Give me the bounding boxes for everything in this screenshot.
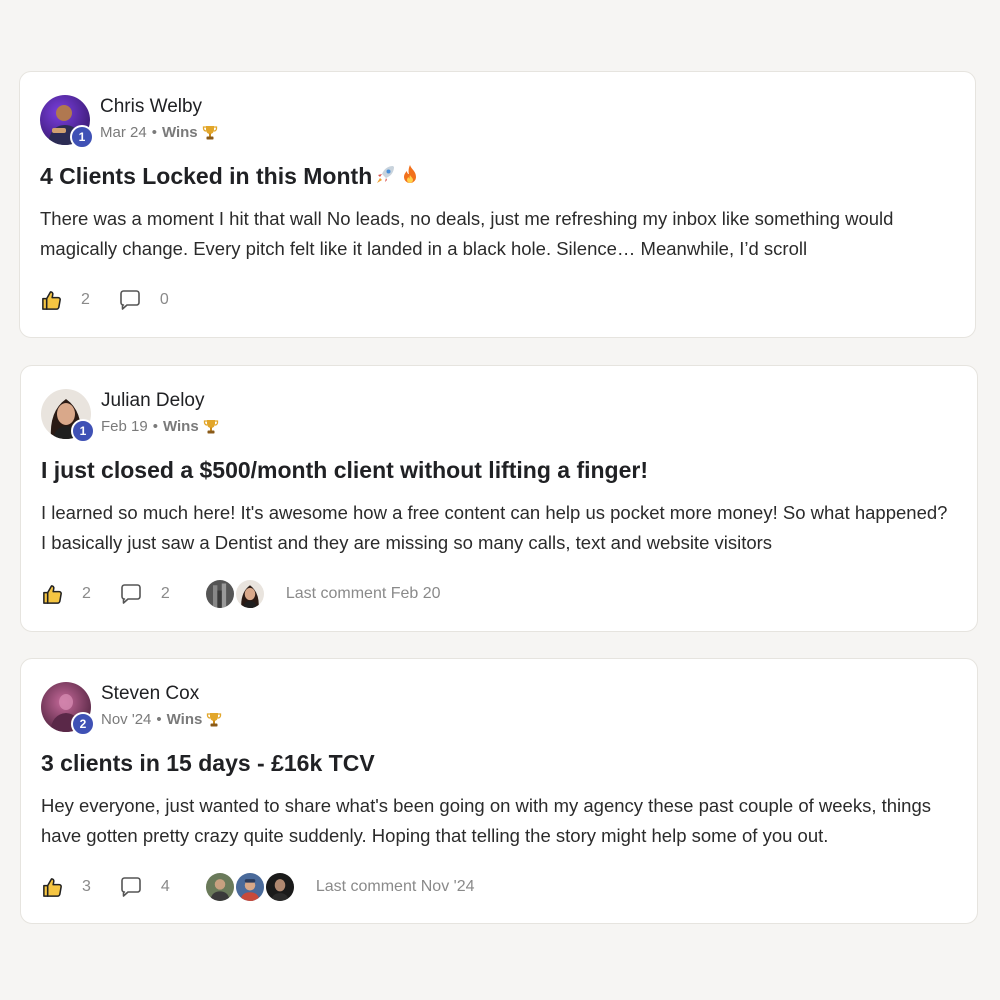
post-header: 1 Chris Welby Mar 24 • Wins (40, 95, 955, 149)
level-badge: 1 (70, 125, 94, 149)
category-label[interactable]: Wins (167, 709, 203, 731)
post-title-text[interactable]: 4 Clients Locked in this Month (40, 163, 372, 189)
post-excerpt[interactable]: I learned so much here! It's awesome how… (41, 498, 951, 557)
like-button[interactable]: 2 (41, 583, 91, 606)
post-card[interactable]: 1 Chris Welby Mar 24 • Wins 4 Clients Lo… (19, 71, 976, 338)
level-badge: 1 (71, 419, 95, 443)
meta-separator: • (152, 418, 158, 435)
commenter-avatar[interactable] (233, 871, 266, 903)
post-header: 1 Julian Deloy Feb 19 • Wins (41, 389, 957, 443)
post-date: Mar 24 (100, 124, 147, 141)
post-meta: Feb 19 • Wins (101, 416, 219, 438)
thumbs-up-icon (43, 584, 62, 604)
meta-separator: • (151, 124, 157, 141)
comment-icon (120, 290, 140, 310)
post-date: Feb 19 (101, 418, 148, 435)
category-label[interactable]: Wins (162, 122, 198, 144)
post-footer: 2 2 Last comment Feb 20 (41, 578, 441, 610)
meta-separator: • (156, 711, 162, 728)
comment-count: 4 (160, 878, 170, 895)
post-title[interactable]: I just closed a $500/month client withou… (41, 455, 957, 485)
trophy-icon (203, 420, 218, 434)
comment-icon (121, 877, 141, 897)
commenter-avatar[interactable] (203, 871, 236, 903)
post-card[interactable]: 1 Julian Deloy Feb 19 • Wins I just clos… (20, 365, 978, 632)
author-avatar[interactable]: 1 (41, 389, 95, 443)
comment-count: 0 (159, 291, 169, 308)
commenter-avatars[interactable] (203, 578, 266, 610)
trophy-icon (202, 126, 217, 140)
category-label[interactable]: Wins (163, 416, 199, 438)
last-comment-date: Last comment Feb 20 (285, 585, 441, 602)
commenter-avatar[interactable] (233, 578, 266, 610)
author-avatar[interactable]: 1 (40, 95, 94, 149)
like-button[interactable]: 3 (41, 876, 91, 899)
post-title[interactable]: 4 Clients Locked in this Month (40, 161, 955, 191)
post-excerpt[interactable]: Hey everyone, just wanted to share what'… (41, 791, 951, 850)
like-count: 3 (82, 878, 91, 895)
rocket-icon (377, 166, 395, 183)
post-footer: 3 4 Last comment Nov '24 (41, 871, 475, 903)
comment-button[interactable]: 0 (118, 288, 169, 312)
commenter-avatar[interactable] (263, 871, 296, 903)
thumbs-up-icon (43, 877, 62, 897)
like-count: 2 (81, 291, 90, 308)
commenter-avatars[interactable] (203, 871, 296, 903)
post-title[interactable]: 3 clients in 15 days - £16k TCV (41, 748, 957, 778)
post-meta: Mar 24 • Wins (100, 122, 218, 144)
post-date: Nov '24 (101, 711, 152, 728)
author-name[interactable]: Chris Welby (100, 95, 218, 119)
author-name[interactable]: Steven Cox (101, 682, 222, 706)
commenter-avatar[interactable] (203, 578, 236, 610)
like-count: 2 (82, 585, 91, 602)
like-button[interactable]: 2 (40, 289, 90, 312)
post-meta: Nov '24 • Wins (101, 709, 222, 731)
author-name[interactable]: Julian Deloy (101, 389, 219, 413)
comment-count: 2 (160, 585, 170, 602)
post-excerpt[interactable]: There was a moment I hit that wall No le… (40, 204, 950, 263)
post-footer: 2 0 (40, 286, 197, 314)
author-avatar[interactable]: 2 (41, 682, 95, 736)
last-comment-date: Last comment Nov '24 (315, 878, 475, 895)
post-card[interactable]: 2 Steven Cox Nov '24 • Wins 3 clients in… (20, 658, 978, 924)
trophy-icon (207, 713, 222, 727)
comment-icon (121, 584, 141, 604)
fire-icon (404, 165, 417, 183)
thumbs-up-icon (42, 290, 61, 310)
comment-button[interactable]: 2 (119, 582, 170, 606)
level-badge: 2 (71, 712, 95, 736)
post-header: 2 Steven Cox Nov '24 • Wins (41, 682, 957, 736)
post-feed: 1 Chris Welby Mar 24 • Wins 4 Clients Lo… (0, 0, 1000, 1000)
comment-button[interactable]: 4 (119, 875, 170, 899)
